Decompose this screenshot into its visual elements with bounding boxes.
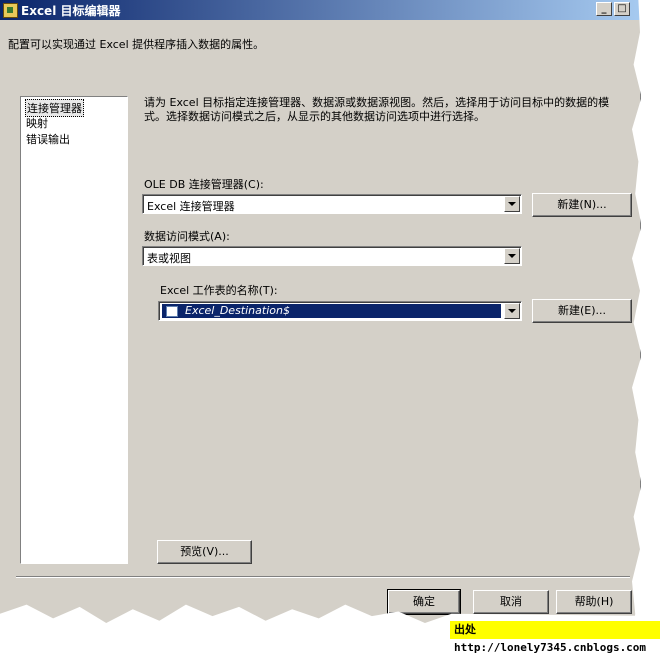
excel-destination-icon [3, 3, 18, 18]
chevron-down-icon[interactable] [504, 196, 520, 212]
editor-window: Excel 目标编辑器 _ □ 配置可以实现通过 Excel 提供程序插入数据的… [0, 0, 641, 627]
access-mode-select[interactable]: 表或视图 [142, 246, 522, 266]
minimize-button[interactable]: _ [596, 2, 612, 16]
title-bar: Excel 目标编辑器 _ □ [0, 0, 640, 20]
footer-divider [16, 576, 630, 578]
preview-button[interactable]: 预览(V)... [157, 540, 252, 564]
sheet-name-select[interactable]: Excel_Destination$ [158, 301, 522, 321]
connection-manager-value: Excel 连接管理器 [147, 200, 235, 213]
cancel-button[interactable]: 取消 [473, 590, 549, 614]
sheet-name-value: Excel_Destination$ [185, 304, 290, 317]
ok-button[interactable]: 确定 [387, 589, 461, 615]
chevron-down-icon[interactable] [504, 248, 520, 264]
window-title: Excel 目标编辑器 [21, 4, 121, 18]
connection-manager-select[interactable]: Excel 连接管理器 [142, 194, 522, 214]
nav-item-error-output[interactable]: 错误输出 [25, 131, 71, 147]
access-mode-label: 数据访问模式(A): [144, 230, 230, 243]
connection-manager-label: OLE DB 连接管理器(C): [144, 178, 264, 191]
help-button[interactable]: 帮助(H) [556, 590, 632, 614]
source-watermark: 出处http://lonely7345.cnblogs.com [450, 621, 660, 654]
nav-list: 连接管理器 映射 错误输出 [20, 96, 128, 564]
chevron-down-icon[interactable] [504, 303, 520, 319]
table-icon [166, 306, 178, 317]
new-sheet-button[interactable]: 新建(E)... [532, 299, 632, 323]
nav-item-mappings[interactable]: 映射 [25, 115, 49, 131]
access-mode-value: 表或视图 [147, 252, 191, 265]
sheet-name-label: Excel 工作表的名称(T): [160, 284, 278, 297]
maximize-button[interactable]: □ [614, 2, 630, 16]
new-connection-button[interactable]: 新建(N)... [532, 193, 632, 217]
instructions-text: 请为 Excel 目标指定连接管理器、数据源或数据源视图。然后，选择用于访问目标… [144, 96, 610, 123]
dialog-description: 配置可以实现通过 Excel 提供程序插入数据的属性。 [8, 38, 265, 51]
